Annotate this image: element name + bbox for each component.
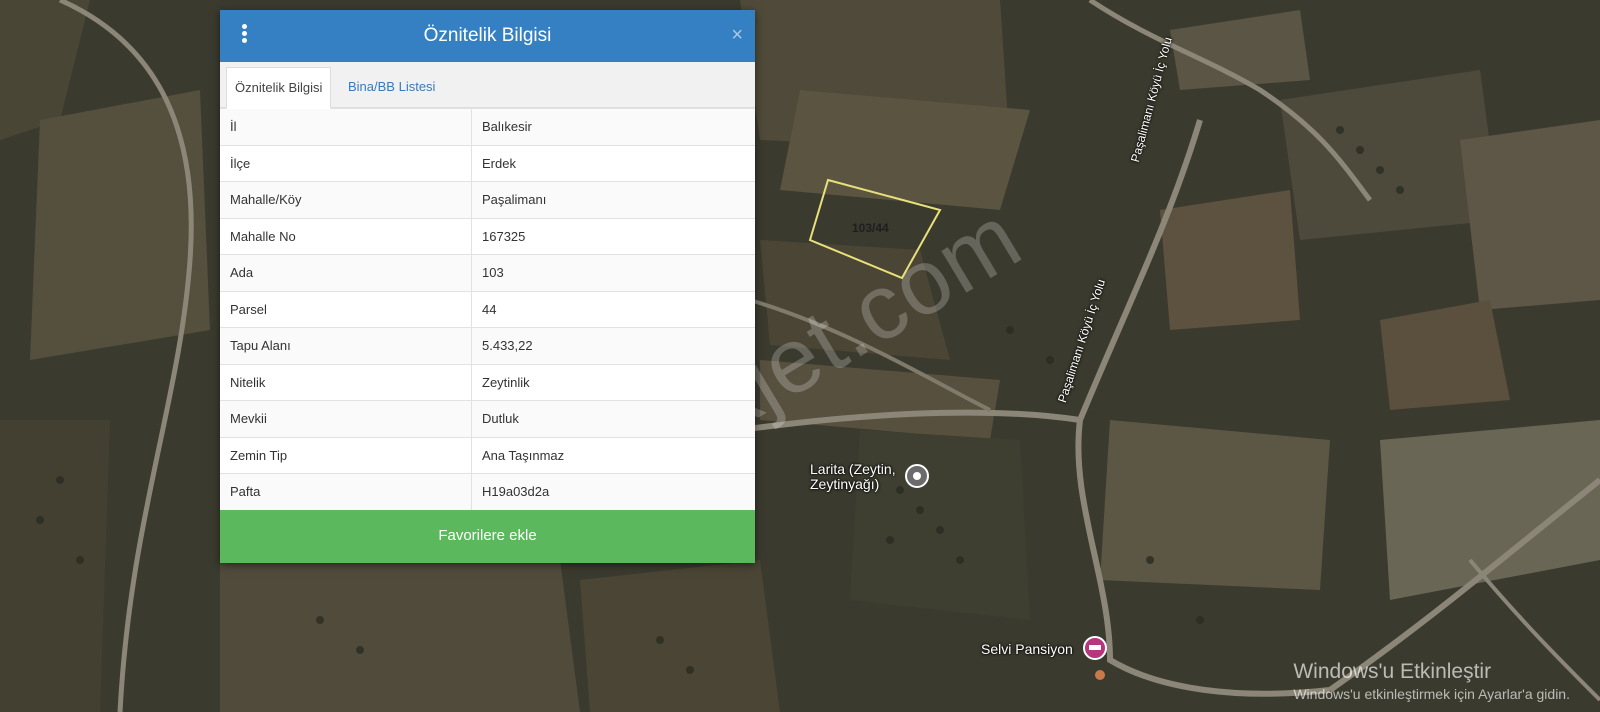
attribute-value: Paşalimanı [471, 181, 755, 218]
attribute-key: Nitelik [220, 363, 472, 401]
attribute-value: Balıkesir [471, 108, 755, 145]
tab-attribute-info[interactable]: Öznitelik Bilgisi [226, 67, 332, 109]
poi-label-line1: Selvi Pansiyon [981, 641, 1073, 657]
tab-building-list[interactable]: Bina/BB Listesi [340, 67, 443, 107]
hotel-pin-icon[interactable] [1083, 636, 1107, 660]
poi-label-line2: Zeytinyağı) [810, 476, 880, 492]
table-row: Nitelik Zeytinlik [220, 363, 755, 401]
attribute-key: Ada [220, 254, 472, 291]
panel-header: Öznitelik Bilgisi × [220, 10, 755, 62]
attribute-key: Tapu Alanı [220, 327, 472, 364]
attribute-key: Mevkii [220, 400, 472, 437]
poi-label[interactable]: Selvi Pansiyon [981, 642, 1073, 657]
table-row: Zemin Tip Ana Taşınmaz [220, 436, 755, 474]
attribute-key: İl [220, 108, 472, 145]
poi-label[interactable]: Larita (Zeytin, Zeytinyağı) [810, 462, 896, 492]
attribute-value: Ana Taşınmaz [471, 436, 755, 474]
parcel-label: 103/44 [852, 221, 889, 235]
attribute-key: Parsel [220, 290, 472, 328]
location-pin-icon[interactable] [905, 464, 929, 488]
close-icon[interactable]: × [731, 23, 743, 47]
table-row: Mahalle No 167325 [220, 217, 755, 255]
activation-subtitle: Windows'u etkinleştirmek için Ayarlar'a … [1293, 686, 1570, 702]
attribute-value: Zeytinlik [471, 363, 755, 401]
attribute-value: 5.433,22 [471, 327, 755, 364]
panel-tabs: Öznitelik Bilgisi Bina/BB Listesi [220, 62, 755, 109]
attribute-value: Erdek [471, 144, 755, 182]
table-row: İlçe Erdek [220, 144, 755, 182]
poi-label-line1: Larita (Zeytin, [810, 461, 896, 477]
attribute-value: 103 [471, 254, 755, 291]
add-to-favorites-button[interactable]: Favorilere ekle [220, 509, 755, 563]
attribute-key: Mahalle/Köy [220, 181, 472, 218]
attribute-value: Dutluk [471, 400, 755, 437]
activation-title: Windows'u Etkinleştir [1293, 660, 1492, 683]
attribute-value: H19a03d2a [471, 473, 755, 510]
attribute-table: İl Balıkesir İlçe Erdek Mahalle/Köy Paşaliman… [220, 108, 755, 510]
attribute-value: 44 [471, 290, 755, 328]
attribute-key: Mahalle No [220, 217, 472, 255]
table-row: Ada 103 [220, 254, 755, 291]
attribute-key: Zemin Tip [220, 436, 472, 474]
table-row: Mahalle/Köy Paşalimanı [220, 181, 755, 218]
attribute-key: Pafta [220, 473, 472, 510]
windows-activation-notice: Windows'u Etkinleştir Windows'u etkinleş… [1293, 660, 1570, 702]
table-row: Mevkii Dutluk [220, 400, 755, 437]
table-row: Pafta H19a03d2a [220, 473, 755, 510]
table-row: Parsel 44 [220, 290, 755, 328]
table-row: İl Balıkesir [220, 108, 755, 145]
menu-dots-icon[interactable] [238, 24, 250, 48]
attribute-key: İlçe [220, 144, 472, 182]
table-row: Tapu Alanı 5.433,22 [220, 327, 755, 364]
attribute-info-panel: Öznitelik Bilgisi × Öznitelik Bilgisi Bi… [220, 10, 755, 563]
panel-title: Öznitelik Bilgisi [423, 25, 552, 46]
attribute-value: 167325 [471, 217, 755, 255]
